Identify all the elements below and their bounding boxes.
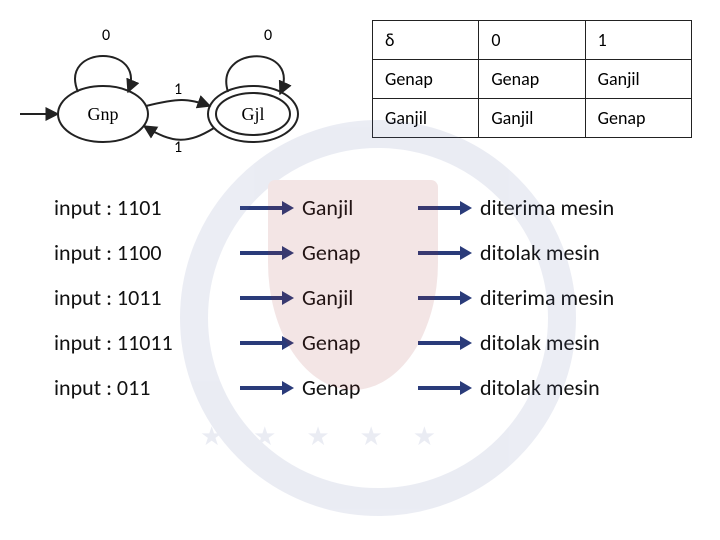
runs-list: input : 1101 Ganjil diterima mesin input… <box>0 174 720 401</box>
run-item: input : 1011 Ganjil diterima mesin <box>54 284 690 311</box>
run-item: input : 1100 Genap ditolak mesin <box>54 239 690 266</box>
edge-gnp-to-gjl-label: 1 <box>174 80 182 99</box>
run-input-label: input : 1011 <box>54 284 234 311</box>
run-parity: Genap <box>302 374 412 401</box>
top-panel: Gnp 0 Gjl 0 1 1 δ 0 1 Genap Genap Ganjil… <box>0 0 720 174</box>
th-delta: δ <box>373 21 479 60</box>
run-input-label: input : 1100 <box>54 239 234 266</box>
th-1: 1 <box>585 21 691 60</box>
arrow-right-icon <box>238 334 294 352</box>
run-parity: Genap <box>302 329 412 356</box>
arrow-right-icon <box>416 334 472 352</box>
arrow-right-icon <box>416 289 472 307</box>
arrow-right-icon <box>416 244 472 262</box>
run-parity: Ganjil <box>302 194 412 221</box>
arrow-right-icon <box>416 379 472 397</box>
run-parity: Ganjil <box>302 284 412 311</box>
state-diagram: Gnp 0 Gjl 0 1 1 <box>18 14 348 174</box>
run-item: input : 1101 Ganjil diterima mesin <box>54 194 690 221</box>
run-input-label: input : 011 <box>54 374 234 401</box>
gjl-self-loop-label: 0 <box>264 26 272 45</box>
edge-gjl-to-gnp-label: 1 <box>174 138 182 157</box>
arrow-right-icon <box>238 199 294 217</box>
run-parity: Genap <box>302 239 412 266</box>
arrow-right-icon <box>238 379 294 397</box>
state-gjl-label: Gjl <box>241 104 264 124</box>
run-verdict: diterima mesin <box>480 284 690 311</box>
run-verdict: ditolak mesin <box>480 239 690 266</box>
state-gnp-label: Gnp <box>88 104 119 124</box>
table-row: Genap Genap Ganjil <box>373 60 692 99</box>
run-input-label: input : 1101 <box>54 194 234 221</box>
arrow-right-icon <box>238 289 294 307</box>
run-verdict: ditolak mesin <box>480 329 690 356</box>
arrow-right-icon <box>238 244 294 262</box>
th-0: 0 <box>479 21 585 60</box>
run-input-label: input : 11011 <box>54 329 234 356</box>
run-verdict: diterima mesin <box>480 194 690 221</box>
arrow-right-icon <box>416 199 472 217</box>
run-verdict: ditolak mesin <box>480 374 690 401</box>
gnp-self-loop-label: 0 <box>102 26 110 45</box>
run-item: input : 11011 Genap ditolak mesin <box>54 329 690 356</box>
table-row: Ganjil Ganjil Genap <box>373 99 692 138</box>
transition-table: δ 0 1 Genap Genap Ganjil Ganjil Ganjil G… <box>372 20 692 138</box>
run-item: input : 011 Genap ditolak mesin <box>54 374 690 401</box>
